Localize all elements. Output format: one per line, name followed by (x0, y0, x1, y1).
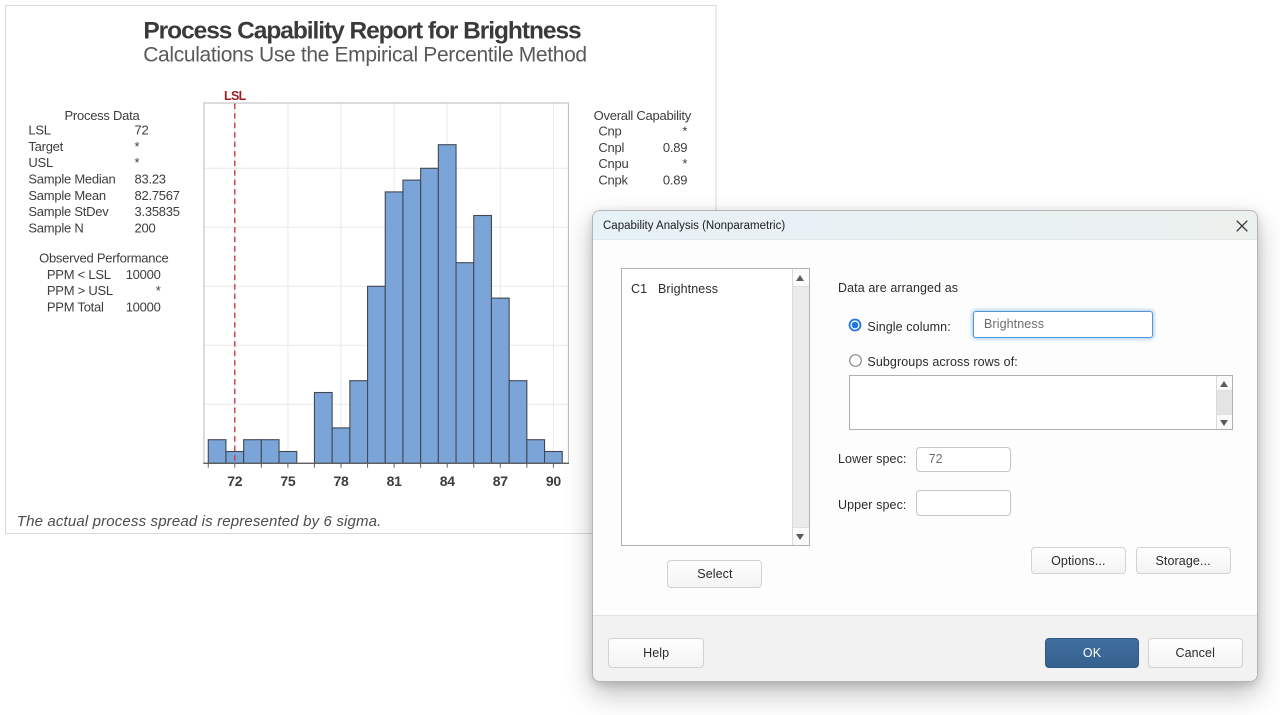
svg-text:0.89: 0.89 (663, 172, 687, 187)
svg-text:10000: 10000 (126, 267, 161, 282)
svg-text:Overall Capability: Overall Capability (594, 108, 692, 123)
svg-text:72: 72 (135, 123, 149, 138)
svg-text:*: * (682, 124, 687, 139)
svg-text:Calculations Use the Empirical: Calculations Use the Empirical Percentil… (143, 44, 587, 67)
svg-text:Cnpl: Cnpl (598, 140, 624, 155)
svg-text:84: 84 (440, 473, 455, 489)
svg-text:Cnpu: Cnpu (598, 156, 628, 171)
svg-text:*: * (156, 283, 161, 298)
svg-text:72: 72 (227, 473, 242, 489)
svg-text:75: 75 (280, 473, 295, 489)
svg-text:200: 200 (135, 220, 156, 235)
svg-text:83.23: 83.23 (135, 172, 166, 187)
svg-text:82.7567: 82.7567 (135, 188, 180, 203)
svg-text:Cnp: Cnp (598, 124, 621, 139)
svg-text:PPM > USL: PPM > USL (47, 283, 113, 298)
svg-text:PPM < LSL: PPM < LSL (47, 267, 111, 282)
svg-text:0.89: 0.89 (663, 140, 687, 155)
svg-text:Cnpk: Cnpk (598, 172, 628, 187)
svg-text:Process Capability Report for: Process Capability Report for Brightness (143, 18, 581, 45)
svg-text:LSL: LSL (28, 123, 50, 138)
svg-text:Sample StDev: Sample StDev (28, 204, 109, 219)
svg-text:87: 87 (493, 473, 508, 489)
svg-text:*: * (135, 155, 140, 170)
svg-text:*: * (682, 156, 687, 171)
svg-text:Target: Target (28, 139, 63, 154)
svg-text:3.35835: 3.35835 (135, 204, 180, 219)
svg-text:USL: USL (28, 155, 53, 170)
svg-text:Sample N: Sample N (28, 220, 83, 235)
svg-text:*: * (135, 139, 140, 154)
svg-text:78: 78 (334, 473, 349, 489)
svg-text:10000: 10000 (126, 300, 161, 315)
svg-text:PPM Total: PPM Total (47, 300, 104, 315)
svg-text:Sample Mean: Sample Mean (28, 188, 105, 203)
svg-text:Sample Median: Sample Median (28, 172, 115, 187)
svg-text:The actual process spread is r: The actual process spread is represented… (17, 513, 382, 530)
svg-text:LSL: LSL (224, 89, 247, 103)
svg-text:Observed Performance: Observed Performance (39, 251, 168, 266)
svg-text:Process Data: Process Data (64, 108, 140, 123)
svg-text:81: 81 (387, 473, 402, 489)
svg-text:90: 90 (546, 473, 561, 489)
